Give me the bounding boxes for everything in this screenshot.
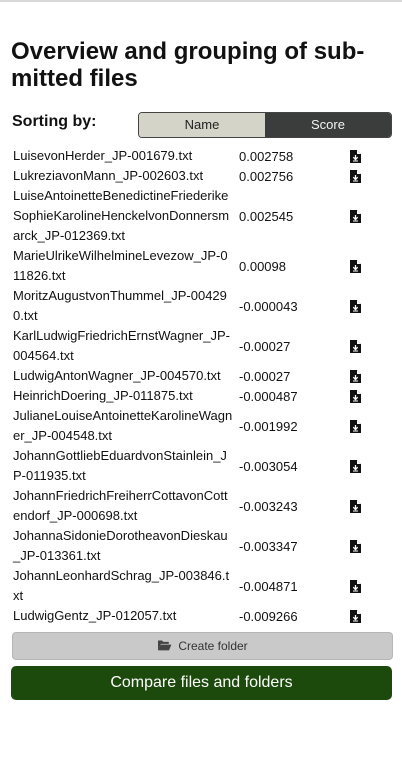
create-folder-label: Create folder bbox=[178, 639, 248, 653]
file-score: 0.002756 bbox=[239, 168, 294, 184]
file-score: -0.000487 bbox=[239, 388, 298, 404]
file-row: LuisevonHerder_JP-001679.txt 0.002758 bbox=[13, 146, 373, 166]
file-row: JohannLeonhardSchrag_JP-003846.txt -0.004… bbox=[13, 566, 373, 606]
file-name: MoritzAugustvonThummel_JP-004290.txt bbox=[13, 288, 227, 323]
file-download-icon[interactable] bbox=[343, 459, 367, 473]
file-score: -0.001992 bbox=[239, 418, 298, 434]
file-name: JohannGottliebEduardvonStainlein_JP-0119… bbox=[13, 448, 227, 483]
file-score: -0.00027 bbox=[239, 368, 291, 384]
file-name: LukreziavonMann_JP-002603.txt bbox=[13, 168, 204, 183]
file-score: -0.009266 bbox=[239, 608, 298, 624]
file-row: MoritzAugustvonThummel_JP-004290.txt -0.0… bbox=[13, 286, 373, 326]
file-download-icon[interactable] bbox=[343, 259, 367, 273]
file-download-icon[interactable] bbox=[343, 299, 367, 313]
file-row: LudwigGentz_JP-012057.txt -0.009266 bbox=[13, 606, 373, 626]
sort-option-name[interactable]: Name bbox=[139, 113, 265, 137]
file-row: MarieUlrikeWilhelmineLevezow_JP-011826.t… bbox=[13, 246, 373, 286]
sort-option-score[interactable]: Score bbox=[265, 113, 391, 137]
page-title: Overview and grouping of sub-mitted file… bbox=[11, 38, 365, 92]
file-name: LuisevonHerder_JP-001679.txt bbox=[13, 148, 193, 163]
file-row: JulianeLouiseAntoinetteKarolineWagner_JP… bbox=[13, 406, 373, 446]
file-row: LukreziavonMann_JP-002603.txt 0.002756 bbox=[13, 166, 373, 186]
file-row: LuiseAntoinetteBenedictineFriederikeSoph… bbox=[13, 186, 373, 246]
file-download-icon[interactable] bbox=[343, 609, 367, 623]
file-row: JohannaSidonieDorotheavonDieskau_JP-0133… bbox=[13, 526, 373, 566]
file-score: -0.003347 bbox=[239, 538, 298, 554]
file-row: KarlLudwigFriedrichErnstWagner_JP-004564… bbox=[13, 326, 373, 366]
file-name: LuiseAntoinetteBenedictineFriederikeSoph… bbox=[13, 188, 230, 243]
file-download-icon[interactable] bbox=[343, 369, 367, 383]
file-score: -0.003243 bbox=[239, 498, 298, 514]
file-download-icon[interactable] bbox=[343, 389, 367, 403]
file-name: JohannaSidonieDorotheavonDieskau_JP-0133… bbox=[13, 528, 228, 563]
file-name: LudwigGentz_JP-012057.txt bbox=[13, 608, 177, 623]
file-name: JohannFriedrichFreiherrCottavonCottendor… bbox=[13, 488, 228, 523]
file-score: 0.002545 bbox=[239, 208, 294, 224]
file-row: JohannFriedrichFreiherrCottavonCottendor… bbox=[13, 486, 373, 526]
file-row: JohannGottliebEduardvonStainlein_JP-0119… bbox=[13, 446, 373, 486]
file-name: MarieUlrikeWilhelmineLevezow_JP-011826.t… bbox=[13, 248, 228, 283]
sorting-label: Sorting by: bbox=[12, 113, 97, 130]
file-score: -0.000043 bbox=[239, 298, 298, 314]
file-name: HeinrichDoering_JP-011875.txt bbox=[13, 388, 193, 403]
file-score: -0.003054 bbox=[239, 458, 298, 474]
file-name: JohannLeonhardSchrag_JP-003846.txt bbox=[13, 568, 230, 603]
file-row: HeinrichDoering_JP-011875.txt -0.000487 bbox=[13, 386, 373, 406]
folder-open-icon bbox=[157, 639, 172, 654]
file-score: 0.002758 bbox=[239, 148, 294, 164]
file-download-icon[interactable] bbox=[343, 209, 367, 223]
create-folder-button[interactable]: Create folder bbox=[12, 632, 393, 660]
file-score: 0.00098 bbox=[239, 258, 286, 274]
file-name: JulianeLouiseAntoinetteKarolineWagner_JP… bbox=[13, 408, 233, 443]
file-score: -0.004871 bbox=[239, 578, 298, 594]
file-download-icon[interactable] bbox=[343, 499, 367, 513]
file-download-icon[interactable] bbox=[343, 149, 367, 163]
file-download-icon[interactable] bbox=[343, 419, 367, 433]
file-score: -0.00027 bbox=[239, 338, 291, 354]
file-download-icon[interactable] bbox=[343, 169, 367, 183]
top-divider bbox=[0, 0, 402, 2]
file-name: LudwigAntonWagner_JP-004570.txt bbox=[13, 368, 221, 383]
sort-toggle: Name Score bbox=[138, 112, 392, 138]
compare-files-button[interactable]: Compare files and folders bbox=[11, 666, 392, 700]
file-download-icon[interactable] bbox=[343, 339, 367, 353]
file-row: LudwigAntonWagner_JP-004570.txt -0.00027 bbox=[13, 366, 373, 386]
file-name: KarlLudwigFriedrichErnstWagner_JP-004564… bbox=[13, 328, 230, 363]
file-download-icon[interactable] bbox=[343, 579, 367, 593]
file-list: LuisevonHerder_JP-001679.txt 0.002758 Lukr… bbox=[13, 146, 373, 626]
file-download-icon[interactable] bbox=[343, 539, 367, 553]
